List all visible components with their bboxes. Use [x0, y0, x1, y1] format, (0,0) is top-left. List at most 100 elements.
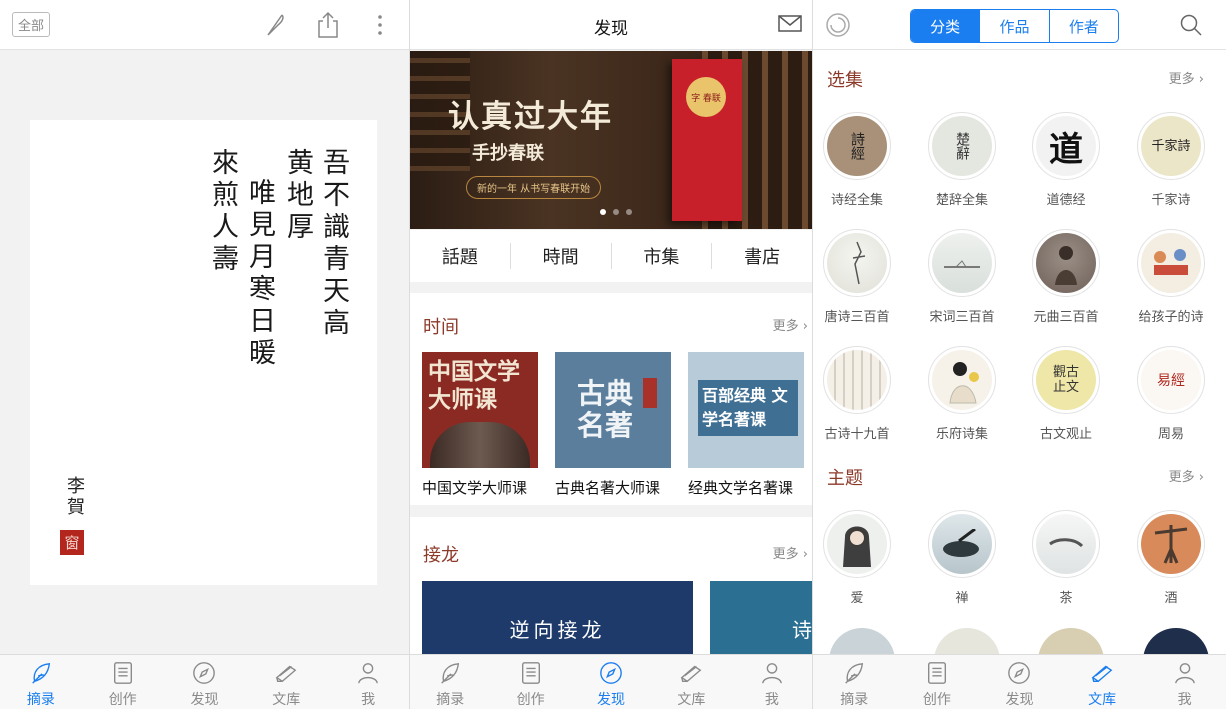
course-cover: 百部经典 文学名著课: [688, 352, 804, 468]
book-cover: [1036, 233, 1096, 293]
person-icon: [1174, 663, 1195, 684]
banner-subline: 手抄春联: [472, 143, 544, 164]
tab-label: 文库: [677, 692, 706, 708]
compass-icon: [193, 662, 216, 684]
tab-label: 摘录: [26, 692, 55, 708]
tab-create[interactable]: 创作: [490, 655, 570, 709]
filter-all-button[interactable]: 全部: [12, 12, 51, 37]
theme-item[interactable]: 禅: [910, 510, 1014, 606]
library-panel: 分类 作品 作者 选集 更多 › 詩經 诗经全集 楚辭 楚辞全集 道 道德经 千…: [813, 0, 1226, 709]
tab-label: 发现: [597, 692, 626, 708]
pen-icon[interactable]: [262, 11, 288, 39]
anthology-item[interactable]: 乐府诗集: [910, 346, 1014, 442]
more-link[interactable]: 更多 ›: [1169, 466, 1204, 485]
person-icon: [761, 663, 782, 684]
carousel-dots[interactable]: [600, 209, 632, 215]
anthology-item[interactable]: 千家詩 千家诗: [1119, 112, 1223, 208]
promo-banner[interactable]: 认真过大年 手抄春联 新的一年 从书写春联开始 字 春联: [410, 51, 812, 229]
item-label: 千家诗: [1151, 193, 1191, 208]
book-cover: [932, 233, 992, 293]
tab-me[interactable]: 我: [1143, 655, 1226, 709]
loading-spinner-icon: [825, 12, 851, 42]
tab-me[interactable]: 我: [732, 655, 812, 709]
mail-icon[interactable]: [778, 14, 802, 38]
tab-excerpt[interactable]: 摘录: [813, 655, 896, 709]
tab-bar: 摘录 创作 发现 文库 我: [0, 654, 409, 709]
book-cover: 道: [1036, 116, 1096, 176]
tab-label: 文库: [272, 692, 301, 708]
poem-column: 吾不識青天高: [318, 148, 349, 340]
category-topics[interactable]: 話題: [410, 243, 511, 269]
quill-icon: [845, 663, 864, 684]
relay-card[interactable]: 逆向接龙: [422, 581, 693, 661]
anthology-item[interactable]: 宋词三百首: [910, 229, 1014, 325]
course-cover: 古典名著: [555, 352, 671, 468]
tab-label: 发现: [190, 692, 219, 708]
tab-label: 创作: [108, 692, 137, 708]
cover-title: 百部经典 文学名著课: [698, 380, 798, 436]
category-bookstore[interactable]: 書店: [712, 243, 812, 269]
tab-discover[interactable]: 发现: [571, 655, 651, 709]
library-icon: [275, 665, 297, 683]
library-icon: [681, 665, 702, 683]
more-link[interactable]: 更多 ›: [1169, 68, 1204, 87]
anthology-item[interactable]: 古诗十九首: [813, 346, 909, 442]
tab-create[interactable]: 创作: [82, 655, 164, 709]
course-card[interactable]: 中国文学大师课 中国文学大师课: [422, 352, 538, 498]
anthology-item[interactable]: 给孩子的诗: [1119, 229, 1223, 325]
more-vertical-icon[interactable]: [367, 11, 393, 39]
person-icon: [358, 663, 378, 684]
item-label: 古诗十九首: [824, 427, 890, 442]
more-link[interactable]: 更多 ›: [773, 543, 808, 562]
tab-library[interactable]: 文库: [651, 655, 731, 709]
tab-create[interactable]: 创作: [896, 655, 979, 709]
anthology-item[interactable]: 易經 周易: [1119, 346, 1223, 442]
course-card[interactable]: 百部经典 文学名著课 经典文学名著课: [688, 352, 804, 498]
tab-bar: 摘录 创作 发现 文库 我: [813, 654, 1226, 709]
quill-icon: [441, 663, 460, 684]
tab-label: 创作: [516, 692, 545, 708]
tab-library[interactable]: 文库: [245, 655, 327, 709]
anthology-item[interactable]: 元曲三百首: [1014, 229, 1118, 325]
theme-item[interactable]: 酒: [1119, 510, 1223, 606]
poem-column: 來煎人壽: [207, 148, 238, 276]
theme-item[interactable]: 爱: [813, 510, 909, 606]
segment-authors[interactable]: 作者: [1050, 10, 1118, 42]
anthology-item[interactable]: 唐诗三百首: [813, 229, 909, 325]
tab-discover[interactable]: 发现: [164, 655, 246, 709]
banner-headline: 认真过大年: [448, 99, 613, 135]
tab-excerpt[interactable]: 摘录: [0, 655, 82, 709]
tab-excerpt[interactable]: 摘录: [410, 655, 490, 709]
tab-label: 我: [361, 692, 376, 708]
theme-cover: [1141, 514, 1201, 574]
segment-category[interactable]: 分类: [911, 10, 981, 42]
category-time[interactable]: 時間: [511, 243, 612, 269]
search-icon[interactable]: [1179, 13, 1203, 41]
anthology-item[interactable]: 道 道德经: [1014, 112, 1118, 208]
book-cover: [827, 350, 887, 410]
item-label: 给孩子的诗: [1138, 310, 1204, 325]
section-title: 时间: [423, 317, 459, 338]
segment-works[interactable]: 作品: [980, 10, 1050, 42]
notebook-icon: [927, 662, 946, 684]
anthology-item[interactable]: 楚辭 楚辞全集: [910, 112, 1014, 208]
course-label: 中国文学大师课: [422, 479, 528, 497]
category-market[interactable]: 市集: [612, 243, 713, 269]
portraits-image: [430, 422, 530, 468]
course-label: 经典文学名著课: [688, 479, 794, 497]
theme-item[interactable]: 茶: [1014, 510, 1118, 606]
anthology-item[interactable]: 詩經 诗经全集: [813, 112, 909, 208]
quill-icon: [32, 663, 50, 684]
tab-discover[interactable]: 发现: [978, 655, 1061, 709]
share-icon[interactable]: [315, 11, 341, 39]
more-link[interactable]: 更多 ›: [773, 315, 808, 334]
relay-card[interactable]: 诗: [710, 581, 812, 661]
compass-icon: [600, 662, 622, 684]
tab-me[interactable]: 我: [327, 655, 409, 709]
portrait-illustration: [1055, 246, 1077, 285]
anthology-item[interactable]: 觀古 止文 古文观止: [1014, 346, 1118, 442]
course-card[interactable]: 古典名著 古典名著大师课: [555, 352, 671, 498]
tab-library[interactable]: 文库: [1061, 655, 1144, 709]
tab-label: 摘录: [840, 692, 869, 708]
section-title: 接龙: [423, 545, 459, 566]
